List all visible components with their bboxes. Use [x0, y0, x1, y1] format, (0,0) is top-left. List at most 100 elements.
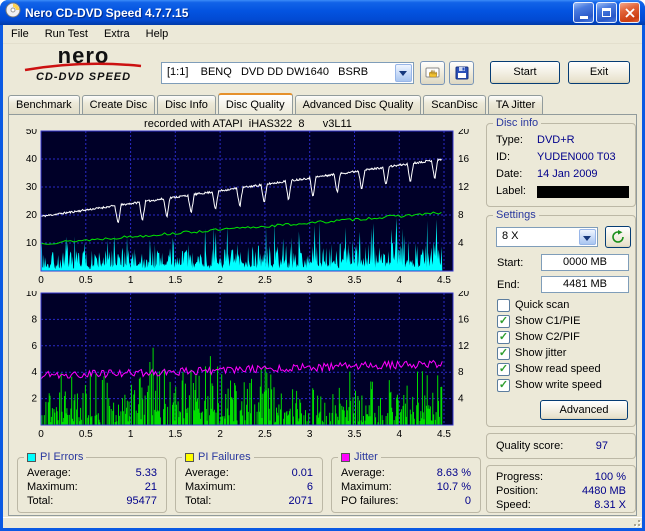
- nero-swoosh: [24, 62, 142, 72]
- svg-text:2.5: 2.5: [258, 275, 272, 286]
- pi-failures-maximum-value: 6: [306, 481, 313, 493]
- pi-errors-maximum-value: 21: [144, 481, 157, 493]
- tab-scandisc[interactable]: ScanDisc: [423, 95, 486, 114]
- drive-selector[interactable]: [1:1] BENQ DVD DD DW1640 BSRB: [161, 62, 414, 84]
- window-body: File Run Test Extra Help nero CD-DVD SPE…: [3, 25, 642, 528]
- svg-text:20: 20: [458, 129, 470, 137]
- pi-errors-title: PI Errors: [40, 451, 84, 463]
- start-position-field[interactable]: 0000 MB: [541, 254, 629, 271]
- disc-info-caption: Disc info: [493, 117, 542, 130]
- minimize-button[interactable]: [573, 2, 594, 23]
- tab-advanced-disc-quality[interactable]: Advanced Disc Quality: [294, 95, 422, 114]
- svg-text:2: 2: [31, 394, 37, 405]
- jitter-title: Jitter: [354, 451, 378, 463]
- menu-run-test[interactable]: Run Test: [37, 26, 96, 42]
- disc-id-row: ID: YUDEN000 T03: [496, 151, 616, 163]
- svg-text:16: 16: [458, 314, 470, 325]
- jitter-legend-swatch: [341, 453, 350, 462]
- dropdown-arrow-icon[interactable]: [395, 64, 412, 82]
- pi-failures-total-row: Total: 2071: [185, 495, 313, 507]
- close-icon: [624, 7, 635, 18]
- scan-speed-value: 8 X: [502, 230, 519, 242]
- checkbox-show-c1-pie[interactable]: ✓ Show C1/PIE: [497, 314, 629, 328]
- settings-caption: Settings: [493, 209, 539, 222]
- checkbox-show-jitter[interactable]: ✓ Show jitter: [497, 346, 629, 360]
- checkbox-show-write-speed[interactable]: ✓ Show write speed: [497, 378, 629, 392]
- pi-failures-average-value: 0.01: [291, 467, 313, 479]
- save-button[interactable]: [449, 61, 474, 85]
- disc-label-row: Label:: [496, 185, 629, 199]
- svg-text:3: 3: [307, 275, 313, 286]
- svg-text:10: 10: [26, 291, 38, 299]
- menubar: File Run Test Extra Help: [3, 25, 642, 44]
- svg-text:10: 10: [26, 238, 38, 249]
- start-button[interactable]: Start: [490, 61, 560, 84]
- svg-text:4.5: 4.5: [437, 275, 451, 286]
- pi-failures-jitter-chart: 2 4 6 8 10 4 8 12 16 20 0 0.5 1 1.5 2 2.5 3 3.5 4 4.5: [11, 288, 483, 447]
- hand-icon: [425, 67, 439, 78]
- jitter-average-row: Average: 8.63 %: [341, 467, 471, 479]
- pi-errors-total-value: 95477: [126, 495, 157, 507]
- maximize-button[interactable]: [596, 2, 617, 23]
- svg-text:16: 16: [458, 154, 470, 165]
- speed-dropdown-arrow-icon[interactable]: [579, 229, 596, 245]
- checkbox-box[interactable]: ✓: [497, 362, 510, 376]
- quality-score-row: Quality score: 97: [496, 440, 608, 452]
- pi-errors-total-row: Total: 95477: [27, 495, 157, 507]
- position-row: Position: 4480 MB: [496, 485, 626, 497]
- exit-button[interactable]: Exit: [568, 61, 630, 84]
- pi-failures-maximum-row: Maximum: 6: [185, 481, 313, 493]
- close-button[interactable]: [619, 2, 640, 23]
- disc-type-row: Type: DVD+R: [496, 134, 575, 146]
- tab-benchmark[interactable]: Benchmark: [8, 95, 80, 114]
- checkbox-box[interactable]: [497, 298, 510, 312]
- pi-errors-chart: 10 20 30 40 50 4 8 12 16 20 0 0.5 1 1.5 2 2.5 3 3.5 4 4.5: [11, 126, 483, 287]
- refresh-icon: [612, 230, 624, 243]
- checkbox-box[interactable]: ✓: [497, 330, 510, 344]
- tab-create-disc[interactable]: Create Disc: [81, 95, 156, 114]
- disc-info-group: Disc info Type: DVD+R ID: YUDEN000 T03 Dat…: [486, 117, 636, 207]
- jitter-group: Jitter Average: 8.63 % Maximum: 10.7 % PO …: [331, 451, 481, 513]
- titlebar[interactable]: Nero CD-DVD Speed 4.7.7.15: [0, 0, 645, 25]
- checkbox-label: Show C2/PIF: [515, 331, 580, 343]
- svg-text:0.5: 0.5: [79, 429, 93, 440]
- jitter-maximum-value: 10.7 %: [436, 481, 471, 493]
- checkbox-box[interactable]: ✓: [497, 346, 510, 360]
- svg-text:4: 4: [458, 238, 464, 249]
- end-position-field[interactable]: 4481 MB: [541, 276, 629, 293]
- checkbox-box[interactable]: ✓: [497, 378, 510, 392]
- scan-speed-select[interactable]: 8 X: [496, 227, 598, 247]
- jitter-caption: Jitter: [338, 451, 381, 464]
- pi-failures-title: PI Failures: [198, 451, 251, 463]
- disc-label-value: [537, 186, 629, 198]
- checkbox-quick-scan[interactable]: Quick scan: [497, 298, 629, 312]
- menu-file[interactable]: File: [3, 26, 37, 42]
- refresh-button[interactable]: [605, 226, 631, 248]
- svg-text:40: 40: [26, 154, 38, 165]
- svg-text:4: 4: [458, 394, 464, 405]
- svg-text:0.5: 0.5: [79, 275, 93, 286]
- checkbox-show-read-speed[interactable]: ✓ Show read speed: [497, 362, 629, 376]
- speed-row: Speed: 8.31 X: [496, 499, 626, 511]
- checkbox-box[interactable]: ✓: [497, 314, 510, 328]
- svg-text:6: 6: [31, 341, 37, 352]
- advanced-button[interactable]: Advanced: [540, 400, 628, 420]
- pi-failures-legend-swatch: [185, 453, 194, 462]
- checkbox-show-c2-pif[interactable]: ✓ Show C2/PIF: [497, 330, 629, 344]
- app-icon: [5, 2, 21, 23]
- svg-text:4: 4: [397, 275, 403, 286]
- start-label: Start:: [497, 257, 524, 269]
- menu-extra[interactable]: Extra: [96, 26, 138, 42]
- svg-text:3.5: 3.5: [348, 429, 362, 440]
- tab-disc-info[interactable]: Disc Info: [157, 95, 216, 114]
- resize-grip[interactable]: [628, 517, 642, 528]
- pi-errors-average-value: 5.33: [135, 467, 157, 479]
- tab-ta-jitter[interactable]: TA Jitter: [487, 95, 544, 114]
- drive-properties-button[interactable]: [420, 61, 445, 85]
- speed-value: 8.31 X: [594, 499, 626, 511]
- svg-text:0: 0: [38, 429, 44, 440]
- menu-help[interactable]: Help: [138, 26, 177, 42]
- tab-disc-quality[interactable]: Disc Quality: [217, 93, 293, 114]
- settings-group: Settings 8 X Start: 0000 MB End: 4481 MB…: [486, 209, 636, 427]
- end-label: End:: [497, 279, 520, 291]
